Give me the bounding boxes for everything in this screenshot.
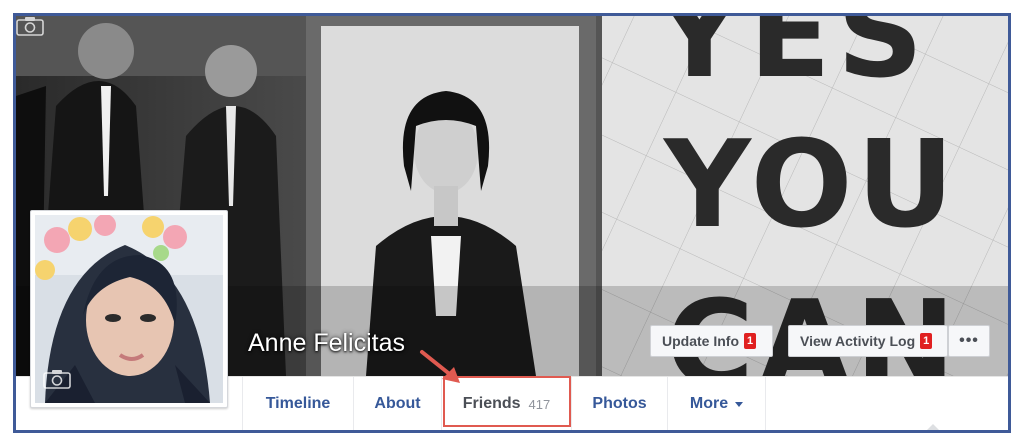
tab-timeline-label: Timeline (265, 395, 331, 412)
tab-more[interactable]: More (668, 377, 766, 430)
update-info-label: Update Info (662, 333, 739, 349)
arrow-icon (420, 350, 460, 383)
profile-picture[interactable] (30, 210, 228, 408)
activity-log-badge: 1 (920, 333, 933, 349)
activity-log-label: View Activity Log (800, 333, 916, 349)
active-tab-pointer (926, 424, 940, 430)
svg-text:YOU: YOU (662, 116, 958, 255)
tab-timeline[interactable]: Timeline (242, 377, 354, 430)
svg-text:YES: YES (654, 16, 929, 105)
camera-icon[interactable] (43, 369, 71, 389)
profile-name[interactable]: Anne Felicitas (248, 329, 405, 358)
more-options-button[interactable]: ••• (948, 325, 990, 357)
caret-down-icon (735, 401, 744, 407)
activity-log-button[interactable]: View Activity Log 1 (788, 325, 948, 357)
camera-icon[interactable] (16, 16, 44, 36)
tab-photos[interactable]: Photos (572, 377, 668, 430)
tab-more-label: More (689, 395, 729, 412)
tab-friends-label: Friends (462, 395, 521, 412)
profile-header: YES YOU CAN Anne Felicitas Update Info 1… (13, 13, 1011, 433)
tab-about-label: About (374, 395, 421, 412)
update-info-badge: 1 (744, 333, 756, 349)
tab-photos-label: Photos (592, 395, 647, 412)
update-info-button[interactable]: Update Info 1 (650, 325, 773, 357)
friends-count: 417 (528, 396, 551, 412)
